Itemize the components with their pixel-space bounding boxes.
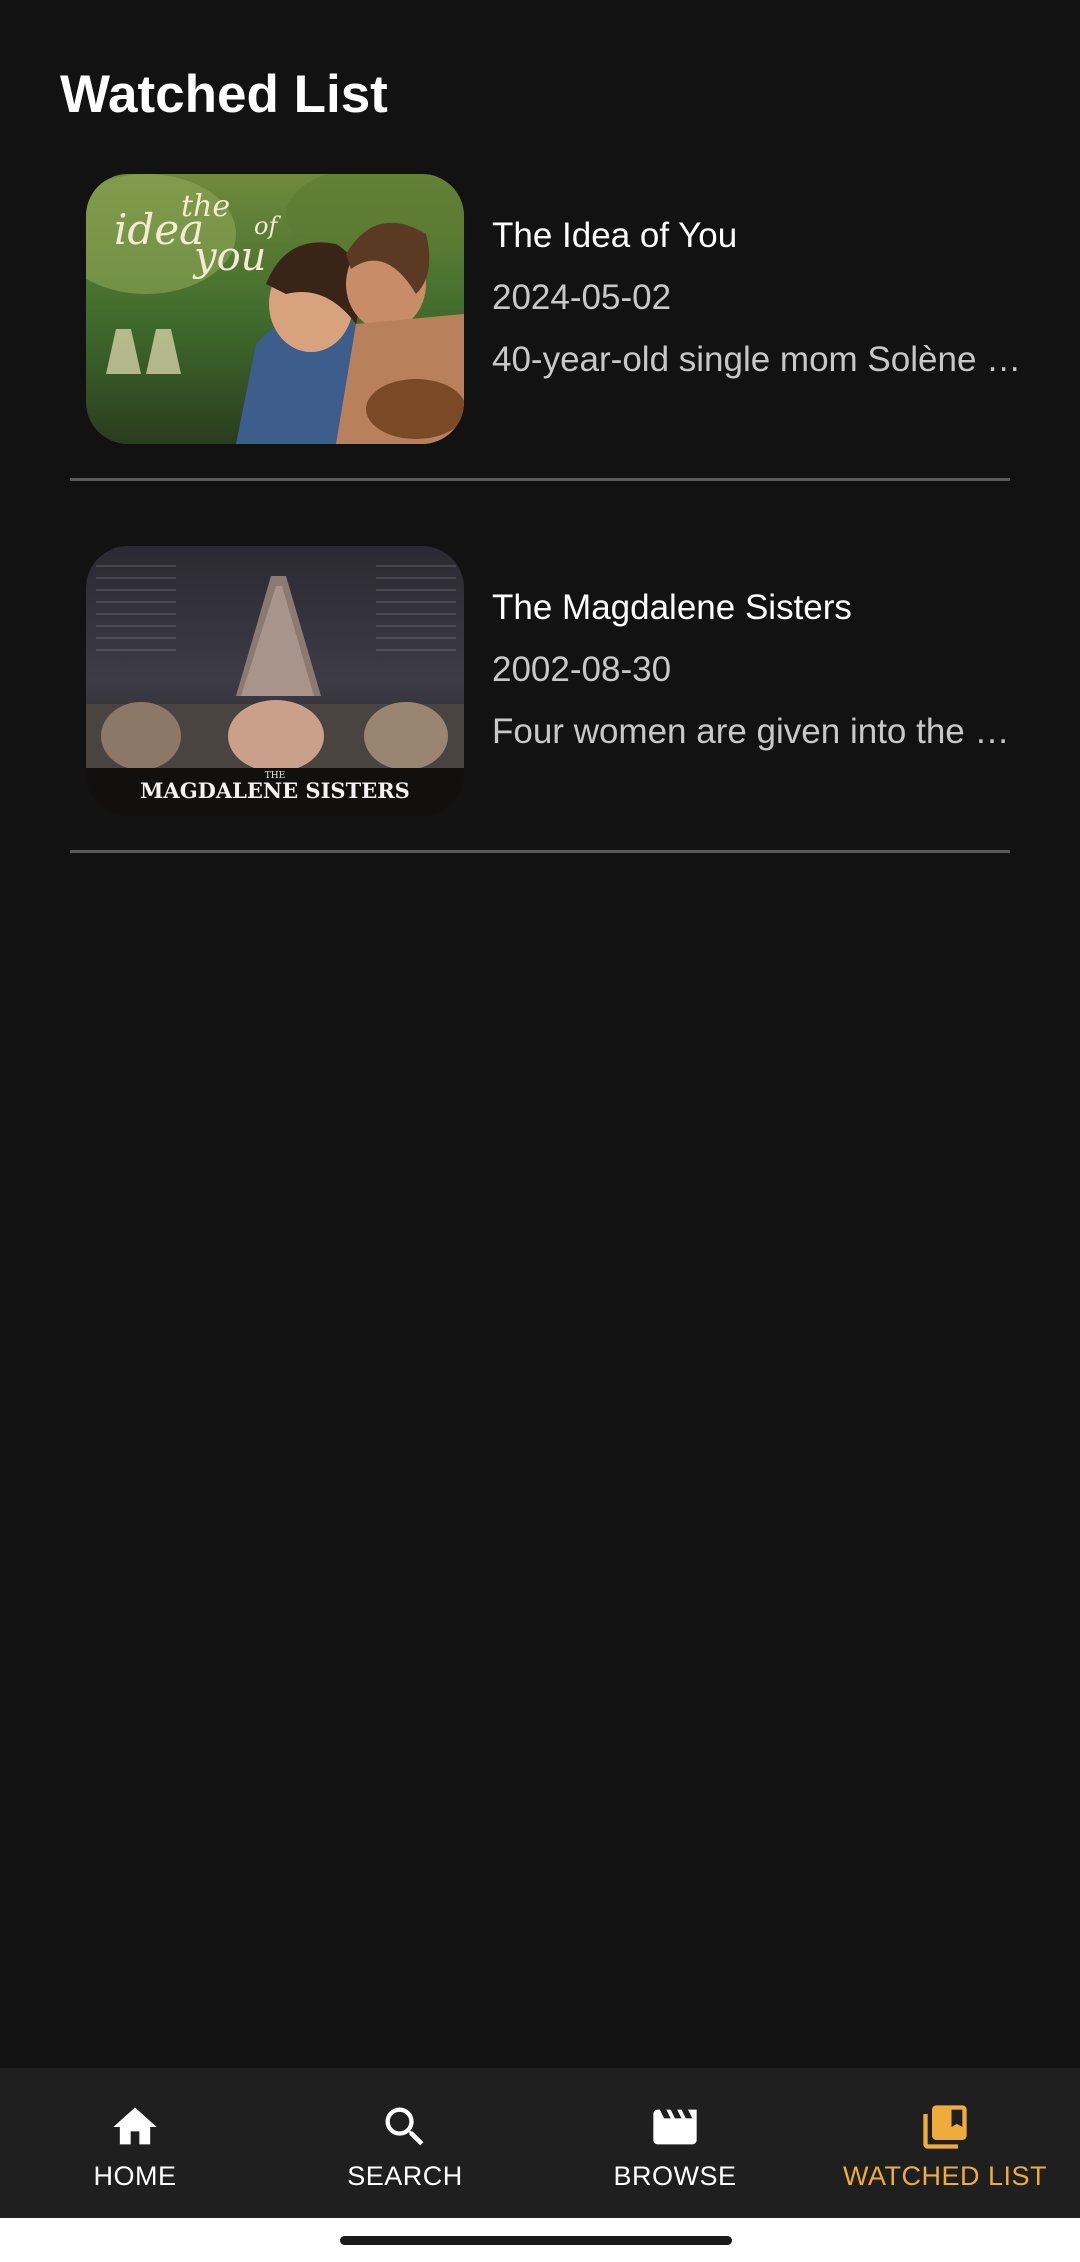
list-divider — [70, 850, 1010, 853]
list-item[interactable]: THE MAGDALENE SISTERS The Magdalene Sist… — [0, 542, 1080, 914]
gesture-navigation-area — [0, 2218, 1080, 2262]
search-icon — [385, 2107, 424, 2145]
nav-label-browse: BROWSE — [613, 2160, 737, 2191]
clapperboard-icon — [653, 2109, 697, 2144]
nav-label-home: HOME — [93, 2160, 177, 2191]
page-title: Watched List — [60, 65, 388, 124]
svg-text:MAGDALENE SISTERS: MAGDALENE SISTERS — [140, 778, 410, 803]
svg-text:idea: idea — [114, 205, 204, 254]
nav-item-browse[interactable]: BROWSE — [540, 2068, 810, 2218]
nav-item-home[interactable]: HOME — [0, 2068, 270, 2218]
nav-label-watched-list: WATCHED LIST — [842, 2160, 1047, 2191]
movie-info: The Idea of You 2024-05-02 40-year-old s… — [492, 216, 1032, 380]
list-divider — [70, 478, 1010, 481]
movie-release-date: 2024-05-02 — [492, 278, 672, 317]
list-item[interactable]: the idea of you The Idea of You 2024-05-… — [0, 170, 1080, 542]
nav-item-search[interactable]: SEARCH — [270, 2068, 540, 2218]
nav-label-search: SEARCH — [347, 2160, 463, 2191]
movie-title: The Idea of You — [492, 216, 738, 255]
movie-info: The Magdalene Sisters 2002-08-30 Four wo… — [492, 588, 1032, 752]
nav-item-watched-list[interactable]: WATCHED LIST — [810, 2068, 1080, 2218]
movie-overview: 40-year-old single mom Solène … — [492, 340, 1022, 379]
svg-text:you: you — [192, 234, 266, 280]
movie-title: The Magdalene Sisters — [492, 588, 852, 627]
video-library-icon — [923, 2104, 967, 2149]
movie-overview: Four women are given into the … — [492, 712, 1010, 751]
home-icon — [113, 2107, 157, 2144]
watched-movie-list: the idea of you The Idea of You 2024-05-… — [0, 170, 1080, 914]
movie-release-date: 2002-08-30 — [492, 650, 672, 689]
watched-list-screen: Watched List the idea of you The Idea of… — [0, 0, 1080, 2262]
bottom-navigation-bar: HOME SEARCH BROWSE WATCHED LIST — [0, 2068, 1080, 2218]
movie-poster: the idea of you — [86, 174, 464, 444]
gesture-handle[interactable] — [340, 2236, 732, 2245]
movie-poster: THE MAGDALENE SISTERS — [86, 546, 464, 816]
